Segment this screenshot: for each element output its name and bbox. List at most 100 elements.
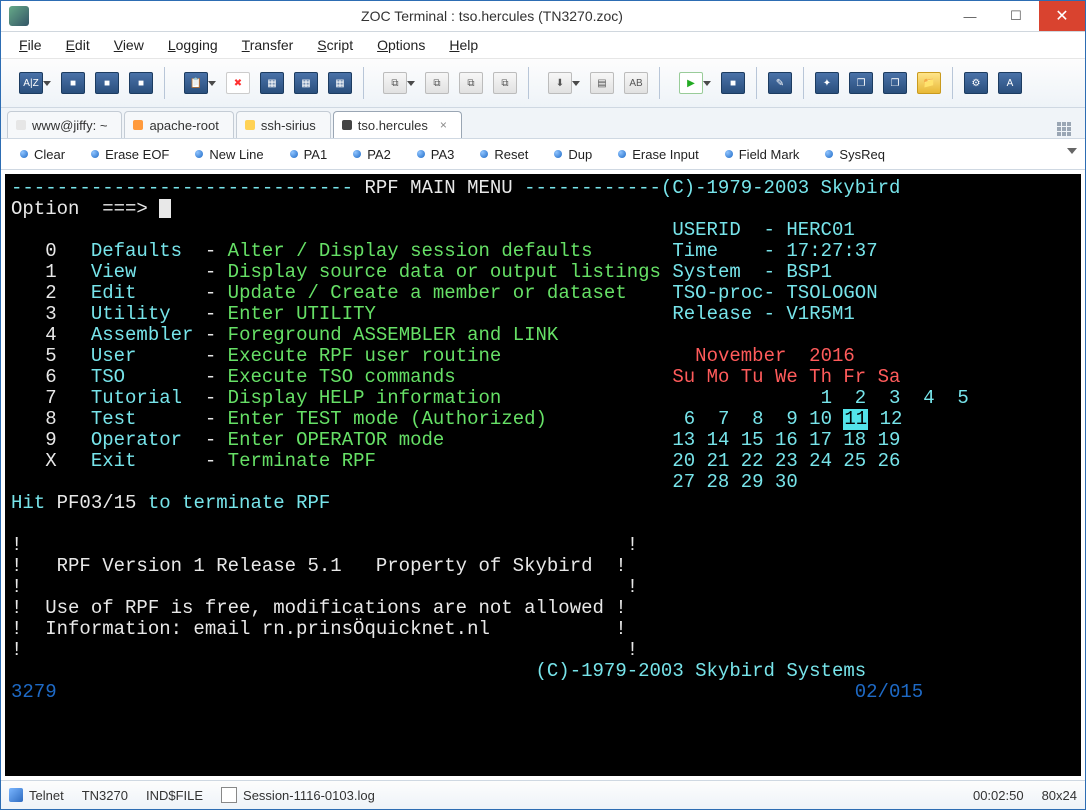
menu-script[interactable]: Script xyxy=(305,35,365,55)
terminal-container: ------------------------------ RPF MAIN … xyxy=(1,170,1085,780)
quick-label: Erase EOF xyxy=(105,147,169,162)
tab-label: tso.hercules xyxy=(358,118,428,133)
toolbar-copy2-button[interactable]: ⧉ xyxy=(421,67,453,99)
session-tabs: www@jiffy: ~ apache-root ssh-sirius tso.her… xyxy=(1,108,1085,139)
status-time: 00:02:50 xyxy=(973,788,1024,803)
quick-pa3-button[interactable]: PA3 xyxy=(406,144,466,165)
toolbar-card2-button[interactable]: ▦ xyxy=(290,67,322,99)
bullet-icon xyxy=(554,150,562,158)
tab-grid-icon[interactable] xyxy=(1057,122,1073,138)
quick-label: SysReq xyxy=(839,147,885,162)
toolbar-abcdef-button[interactable]: AB xyxy=(620,67,652,99)
session-tab-tso-hercules[interactable]: tso.hercules × xyxy=(333,111,462,138)
toolbar-folder-button[interactable]: 📁 xyxy=(913,67,945,99)
quick-label: Dup xyxy=(568,147,592,162)
status-connection: Telnet xyxy=(9,788,64,803)
app-icon xyxy=(9,6,29,26)
toolbar-card3-button[interactable]: ▦ xyxy=(324,67,356,99)
maximize-button[interactable]: ☐ xyxy=(993,1,1039,31)
quick-label: Clear xyxy=(34,147,65,162)
toolbar-xdel-button[interactable]: ✖ xyxy=(222,67,254,99)
toolbar-copy4-button[interactable]: ⧉ xyxy=(489,67,521,99)
quick-pa1-button[interactable]: PA1 xyxy=(279,144,339,165)
quick-label: PA2 xyxy=(367,147,391,162)
quick-dup-button[interactable]: Dup xyxy=(543,144,603,165)
status-protocol2: IND$FILE xyxy=(146,788,203,803)
minimize-button[interactable]: — xyxy=(947,1,993,31)
status-log-text: Session-1116-0103.log xyxy=(243,788,375,803)
toolbar-copy3-button[interactable]: ⧉ xyxy=(455,67,487,99)
tab-close-icon[interactable]: × xyxy=(440,118,447,132)
quick-label: PA3 xyxy=(431,147,455,162)
menu-file[interactable]: File xyxy=(7,35,54,55)
quick-erase-input-button[interactable]: Erase Input xyxy=(607,144,710,165)
toolbar-wins-button[interactable]: ❐ xyxy=(879,67,911,99)
menu-view[interactable]: View xyxy=(102,35,156,55)
bullet-icon xyxy=(91,150,99,158)
app-window: ZOC Terminal : tso.hercules (TN3270.zoc)… xyxy=(0,0,1086,810)
menu-logging[interactable]: Logging xyxy=(156,35,230,55)
quick-label: Field Mark xyxy=(739,147,800,162)
toolbar-az-button[interactable]: A|Z xyxy=(7,67,55,99)
toolbar-tool2-button[interactable]: A xyxy=(994,67,1026,99)
bullet-icon xyxy=(195,150,203,158)
toolbar-paste-button[interactable]: 📋 xyxy=(172,67,220,99)
bullet-icon xyxy=(290,150,298,158)
toolbar-stop-button[interactable]: ■ xyxy=(717,67,749,99)
toolbar-star-button[interactable]: ✦ xyxy=(811,67,843,99)
bullet-icon xyxy=(825,150,833,158)
close-button[interactable]: ✕ xyxy=(1039,1,1085,31)
toolbar: A|Z■■■📋✖▦▦▦⧉⧉⧉⧉⬇▤AB▶■✎✦❐❐📁⚙A xyxy=(1,59,1085,108)
menu-help[interactable]: Help xyxy=(437,35,490,55)
terminal-screen[interactable]: ------------------------------ RPF MAIN … xyxy=(5,174,1081,776)
quick-pa2-button[interactable]: PA2 xyxy=(342,144,402,165)
quick-clear-button[interactable]: Clear xyxy=(9,144,76,165)
bullet-icon xyxy=(480,150,488,158)
titlebar: ZOC Terminal : tso.hercules (TN3270.zoc)… xyxy=(1,1,1085,32)
toolbar-tool1-button[interactable]: ⚙ xyxy=(960,67,992,99)
menu-transfer[interactable]: Transfer xyxy=(230,35,306,55)
tab-color-icon xyxy=(342,120,352,130)
session-tab-ssh-sirius[interactable]: ssh-sirius xyxy=(236,111,331,138)
toolbar-page-button[interactable]: ▤ xyxy=(586,67,618,99)
tab-label: ssh-sirius xyxy=(261,118,316,133)
log-checkbox[interactable] xyxy=(221,787,237,803)
menu-options[interactable]: Options xyxy=(365,35,437,55)
toolbar-arrowdn-button[interactable]: ⬇ xyxy=(536,67,584,99)
quick-reset-button[interactable]: Reset xyxy=(469,144,539,165)
status-protocol: TN3270 xyxy=(82,788,128,803)
toolbar-host1-button[interactable]: ■ xyxy=(57,67,89,99)
toolbar-host2-button[interactable]: ■ xyxy=(91,67,123,99)
status-size: 80x24 xyxy=(1042,788,1077,803)
session-tab-apache-root[interactable]: apache-root xyxy=(124,111,233,138)
quick-erase-eof-button[interactable]: Erase EOF xyxy=(80,144,180,165)
session-tab-www-jiffy-[interactable]: www@jiffy: ~ xyxy=(7,111,122,138)
toolbar-host3-button[interactable]: ■ xyxy=(125,67,157,99)
toolbar-win-button[interactable]: ❐ xyxy=(845,67,877,99)
tab-color-icon xyxy=(133,120,143,130)
toolbar-copy1-button[interactable]: ⧉ xyxy=(371,67,419,99)
toolbar-edit-button[interactable]: ✎ xyxy=(764,67,796,99)
status-conn-text: Telnet xyxy=(29,788,64,803)
quick-field-mark-button[interactable]: Field Mark xyxy=(714,144,811,165)
quickbar: Clear Erase EOF New Line PA1 PA2 PA3 Reset Dup E… xyxy=(1,139,1085,170)
toolbar-play-button[interactable]: ▶ xyxy=(667,67,715,99)
quickbar-overflow-icon[interactable] xyxy=(1067,148,1077,154)
tab-color-icon xyxy=(16,120,26,130)
status-log: Session-1116-0103.log xyxy=(221,787,375,803)
quick-label: New Line xyxy=(209,147,263,162)
quick-label: Erase Input xyxy=(632,147,699,162)
bullet-icon xyxy=(618,150,626,158)
quick-sysreq-button[interactable]: SysReq xyxy=(814,144,896,165)
toolbar-card1-button[interactable]: ▦ xyxy=(256,67,288,99)
bullet-icon xyxy=(20,150,28,158)
tab-label: apache-root xyxy=(149,118,218,133)
menubar: FileEditViewLoggingTransferScriptOptions… xyxy=(1,32,1085,59)
bullet-icon xyxy=(353,150,361,158)
quick-new-line-button[interactable]: New Line xyxy=(184,144,274,165)
bullet-icon xyxy=(417,150,425,158)
input-cursor[interactable] xyxy=(159,199,171,218)
statusbar: Telnet TN3270 IND$FILE Session-1116-0103… xyxy=(1,780,1085,809)
menu-edit[interactable]: Edit xyxy=(54,35,102,55)
window-title: ZOC Terminal : tso.hercules (TN3270.zoc) xyxy=(37,8,947,24)
